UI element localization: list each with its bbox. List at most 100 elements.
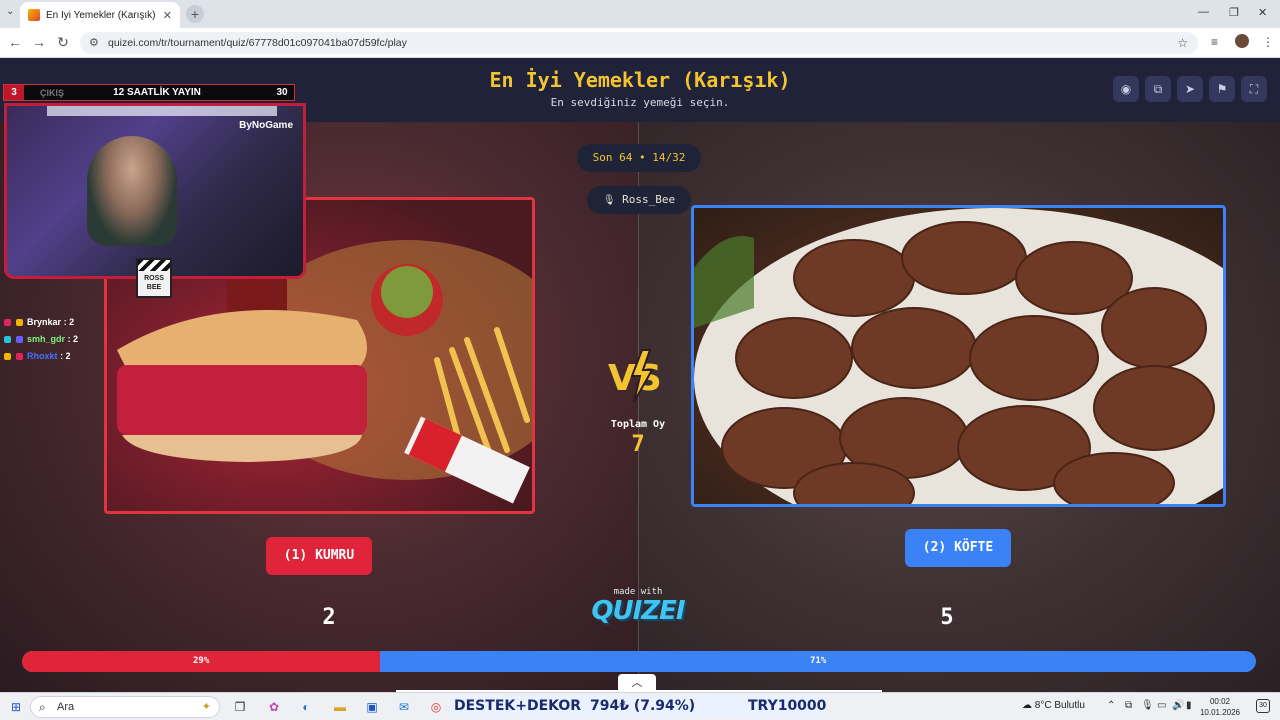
microphone-icon: 🎙 bbox=[602, 195, 616, 206]
edge-icon[interactable]: ◐ bbox=[298, 699, 314, 715]
total-votes-value: 7 bbox=[631, 432, 645, 457]
badge-icon bbox=[15, 336, 23, 344]
reading-list-icon[interactable]: ≡ bbox=[1211, 35, 1218, 49]
taskbar-search[interactable]: ⌕ Ara ✦ bbox=[30, 696, 220, 718]
badge-icon bbox=[4, 336, 11, 344]
tab-search-icon[interactable]: ⌄ bbox=[6, 7, 16, 17]
leader-name: Brynkar bbox=[27, 317, 62, 327]
stream-title: 12 SAATLİK YAYIN bbox=[113, 87, 201, 98]
weather-widget[interactable]: ☁ 8°C Bulutlu bbox=[1022, 700, 1085, 711]
back-icon[interactable]: ← bbox=[6, 34, 24, 50]
leaderboard-item: Brynkar : 2 bbox=[4, 317, 74, 327]
battery-icon[interactable]: ▮ bbox=[1186, 700, 1192, 711]
menu-icon[interactable]: ⋮ bbox=[1262, 35, 1274, 49]
url-text: quizei.com/tr/tournament/quiz/67778d01c0… bbox=[108, 37, 407, 49]
leader-score: : 2 bbox=[67, 334, 79, 344]
badge-icon bbox=[4, 319, 11, 327]
weather-text: 8°C Bulutlu bbox=[1034, 700, 1085, 711]
option-button-kofte[interactable]: (2) KÖFTE bbox=[905, 529, 1011, 567]
user-name: Ross_Bee bbox=[622, 193, 676, 206]
clock[interactable]: 00:02 10.01.2026 bbox=[1198, 696, 1242, 718]
new-tab-button[interactable]: + bbox=[186, 5, 204, 23]
quiz-page: En İyi Yemekler (Karışık) En sevdiğiniz … bbox=[0, 58, 1280, 692]
send-icon[interactable]: ➤ bbox=[1177, 76, 1203, 102]
clock-time: 00:02 bbox=[1209, 697, 1231, 706]
store-icon[interactable]: ▣ bbox=[364, 699, 380, 715]
leader-name: Rhoxkt bbox=[27, 351, 58, 361]
streamer bbox=[87, 136, 177, 246]
ross-bee-badge: ROSS BEE bbox=[136, 258, 172, 298]
mail-icon[interactable]: ✉ bbox=[396, 699, 412, 715]
close-window-icon[interactable]: ✕ bbox=[1258, 6, 1267, 19]
stream-score-left: 3 bbox=[4, 85, 24, 100]
tab-title: En İyi Yemekler (Karışık) - Tier L bbox=[46, 9, 157, 21]
option-button-kumru[interactable]: (1) KUMRU bbox=[266, 537, 372, 575]
flag-icon[interactable]: ⚑ bbox=[1209, 76, 1235, 102]
restore-icon[interactable]: ❐ bbox=[1229, 6, 1239, 19]
vote-progress-bar: 29% 71% bbox=[22, 651, 1256, 672]
votes-right: 5 bbox=[940, 605, 954, 630]
minimize-icon[interactable]: — bbox=[1198, 6, 1209, 18]
vs-icon: VS bbox=[608, 349, 662, 403]
address-bar[interactable]: ⚙ quizei.com/tr/tournament/quiz/67778d01… bbox=[80, 32, 1198, 54]
network-icon[interactable]: ▭ bbox=[1157, 700, 1166, 711]
tab-close-icon[interactable]: ✕ bbox=[163, 9, 172, 22]
file-explorer-icon[interactable]: ▬ bbox=[332, 699, 348, 715]
badge-icon bbox=[4, 353, 11, 361]
ceiling-light bbox=[47, 106, 277, 116]
clapper-icon bbox=[138, 260, 170, 271]
tray-chevron-icon[interactable]: ⌃ bbox=[1107, 700, 1115, 711]
ticker-name: DESTEK+DEKOR bbox=[454, 698, 582, 714]
ticker-price: TRY10000 bbox=[748, 698, 827, 714]
copilot-icon[interactable]: ✿ bbox=[266, 699, 282, 715]
stock-ticker: DESTEK+DEKOR 794₺ (7.94%) TRY10000 bbox=[450, 696, 826, 717]
percent-right: 71% bbox=[810, 656, 827, 666]
search-icon: ⌕ bbox=[39, 700, 46, 714]
clock-date: 10.01.2026 bbox=[1199, 708, 1241, 717]
stream-top-bar: 3 ÇIKIŞ 12 SAATLİK YAYIN 30 bbox=[3, 84, 295, 101]
forward-icon[interactable]: → bbox=[30, 34, 48, 50]
leader-score: : 2 bbox=[60, 351, 71, 361]
profile-avatar[interactable] bbox=[1235, 34, 1249, 48]
leaderboard-item: Rhoxkt : 2 bbox=[4, 351, 71, 361]
badge-icon bbox=[15, 319, 23, 327]
cam-brand: ByNoGame bbox=[239, 120, 293, 131]
badge-icon bbox=[15, 353, 23, 361]
task-view-icon[interactable]: ❐ bbox=[232, 699, 248, 715]
windows-start-icon[interactable]: ⊞ bbox=[8, 699, 24, 715]
site-info-icon[interactable]: ⚙ bbox=[89, 32, 99, 54]
exit-label: ÇIKIŞ bbox=[40, 87, 65, 98]
webcam-overlay: ByNoGame bbox=[4, 103, 306, 279]
percent-left: 29% bbox=[193, 656, 210, 666]
svg-text:VS: VS bbox=[608, 358, 662, 399]
eye-icon[interactable]: ◉ bbox=[1113, 76, 1139, 102]
sparkle-icon: ✦ bbox=[201, 701, 211, 713]
votes-left: 2 bbox=[322, 605, 336, 630]
reload-icon[interactable]: ↻ bbox=[54, 34, 72, 51]
fullscreen-icon[interactable]: ⛶ bbox=[1241, 76, 1267, 102]
badge-text: ROSS BEE bbox=[144, 275, 164, 291]
quizei-logo[interactable]: QUIZEI bbox=[588, 596, 688, 626]
share-icon[interactable]: ⧉ bbox=[1145, 76, 1171, 102]
round-indicator: Son 64 • 14/32 bbox=[577, 144, 701, 172]
volume-icon[interactable]: 🔊 bbox=[1172, 700, 1184, 711]
search-placeholder: Ara bbox=[57, 701, 75, 713]
cloud-icon: ☁ bbox=[1022, 700, 1032, 711]
kofte-image bbox=[694, 208, 1223, 504]
tab-strip: ⌄ En İyi Yemekler (Karışık) - Tier L ✕ +… bbox=[0, 0, 1280, 28]
bookmark-star-icon[interactable]: ☆ bbox=[1177, 32, 1188, 54]
current-user: 🎙 Ross_Bee bbox=[587, 186, 691, 214]
browser-toolbar: ← → ↻ ⚙ quizei.com/tr/tournament/quiz/67… bbox=[0, 28, 1280, 58]
stream-score-right: 30 bbox=[276, 87, 288, 98]
browser-tab[interactable]: En İyi Yemekler (Karışık) - Tier L ✕ bbox=[20, 2, 180, 28]
option-card-right[interactable] bbox=[691, 205, 1226, 507]
notification-badge[interactable]: 30 bbox=[1256, 699, 1270, 713]
leader-name: smh_gdr bbox=[27, 334, 66, 344]
total-votes-label: Toplam Oy bbox=[610, 419, 666, 430]
ticker-change: 794₺ (7.94%) bbox=[590, 698, 696, 714]
leader-score: : 2 bbox=[63, 317, 75, 327]
microphone-tray-icon[interactable]: 🎙 bbox=[1141, 700, 1154, 711]
tray-app-icon[interactable]: ⧉ bbox=[1125, 700, 1132, 711]
favicon-icon bbox=[28, 9, 40, 21]
chrome-icon[interactable]: ◎ bbox=[428, 699, 444, 715]
